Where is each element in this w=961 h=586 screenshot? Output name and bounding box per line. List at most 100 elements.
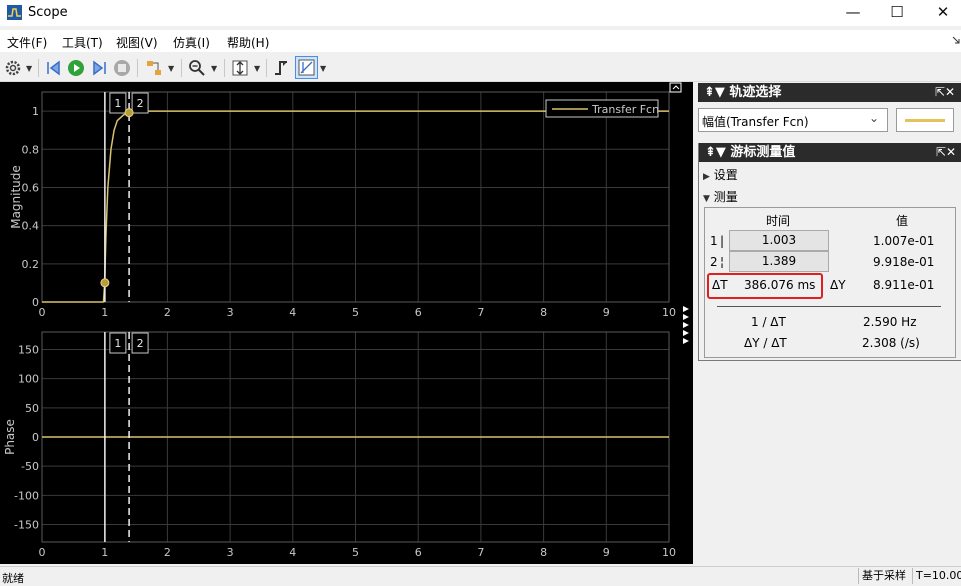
signal-selector-icon[interactable] [144,58,164,78]
sim-time: T=10.000 [912,568,961,584]
x-tick-label: 3 [227,546,234,559]
trace-selection-panel: ⇞▼ 轨迹选择 ⇱✕ 幅值(Transfer Fcn) ⌄ [698,83,961,132]
step-forward-icon[interactable] [89,58,109,78]
toolbar-separator [224,59,225,77]
cursor-1-tag-label: 1 [114,337,121,350]
window-title: Scope [28,5,68,20]
measurements-box: 时间 值 1 | 1.003 1.007e-01 2 ¦ 1.389 9.918… [704,207,956,358]
step-back-icon[interactable] [44,58,64,78]
cursor-1-value: 1.007e-01 [873,234,935,248]
status-text: 就绪 [2,572,24,585]
menu-simulation[interactable]: 仿真(I) [173,34,210,51]
panel-pin-icon[interactable]: ⇞▼ [704,85,729,100]
x-tick-label: 6 [415,306,422,319]
x-tick-label: 1 [101,546,108,559]
x-tick-label: 10 [662,306,676,319]
zoom-dropdown-icon[interactable]: ▼ [211,64,217,73]
cursor-1-marker[interactable] [100,278,110,288]
triggers-icon[interactable] [272,58,292,78]
cursor-1-time-field[interactable]: 1.003 [729,230,829,251]
stop-icon[interactable] [112,58,132,78]
x-tick-label: 8 [540,546,547,559]
trace-color-line [905,119,945,122]
x-tick-label: 7 [477,306,484,319]
cursor-2-tag-label: 2 [137,97,144,110]
cursor-measurements-panel: ⇞▼ 游标测量值 ⇱✕ ▶ 设置 ▼ 测量 时间 值 1 | 1.003 1.0… [698,143,961,361]
cursor-2-time-field[interactable]: 1.389 [729,251,829,272]
x-tick-label: 7 [477,546,484,559]
cursor-2-line-icon: ¦ [720,255,725,269]
gear-dropdown-icon[interactable]: ▼ [26,64,32,73]
panel-undock-close-icon[interactable]: ⇱✕ [935,83,955,102]
magnitude-grid [41,92,670,303]
magnitude-ylabel: Magnitude [9,165,23,229]
x-tick-label: 6 [415,546,422,559]
x-tick-label: 0 [39,306,46,319]
panel-undock-close-icon[interactable]: ⇱✕ [936,143,956,162]
run-icon[interactable] [66,58,86,78]
cursor-measurements-icon[interactable] [295,56,318,79]
sample-mode: 基于采样 [858,568,914,584]
toolbar-separator [181,59,182,77]
legend-label: Transfer Fcn [591,103,659,116]
y-tick-label: 0.8 [22,143,40,156]
inverse-delta-t-label: 1 / ΔT [751,315,786,329]
x-tick-label: 9 [603,546,610,559]
delta-y-value: 8.911e-01 [873,278,935,292]
measurements-label: 测量 [713,190,738,204]
panel-pin-icon[interactable]: ⇞▼ [705,145,730,160]
slope-value: 2.308 (/s) [862,336,920,350]
undock-arrow-icon[interactable] [952,36,960,44]
cursor-2-marker[interactable] [124,108,134,118]
scale-axes-icon[interactable] [230,58,250,78]
expand-down-icon: ▼ [703,194,710,204]
minimize-button[interactable]: — [830,0,876,26]
cursor-1-tag-label: 1 [114,97,121,110]
menu-file[interactable]: 文件(F) [7,34,47,51]
maximize-button[interactable]: ☐ [874,0,920,26]
scale-axes-dropdown-icon[interactable]: ▼ [254,64,260,73]
settings-label: 设置 [713,168,738,182]
y-tick-label: -150 [14,519,39,532]
x-tick-label: 8 [540,306,547,319]
undock-plot-icon[interactable] [669,82,682,93]
trace-line-style-swatch[interactable] [896,108,954,132]
trace-select-dropdown[interactable]: 幅值(Transfer Fcn) ⌄ [698,108,888,132]
measurements-section-toggle[interactable]: ▼ 测量 [703,188,738,205]
zoom-icon[interactable] [187,58,207,78]
inverse-delta-t-value: 2.590 Hz [863,315,917,329]
settings-section-toggle[interactable]: ▶ 设置 [703,166,738,183]
chevron-down-icon: ⌄ [869,111,880,125]
trace-selection-header: ⇞▼ 轨迹选择 ⇱✕ [698,83,961,102]
cursor-measurements-header: ⇞▼ 游标测量值 ⇱✕ [699,143,961,162]
x-tick-label: 5 [352,306,359,319]
panel-collapse-arrows[interactable] [683,306,689,344]
delta-t-value: 386.076 ms [744,278,816,292]
time-column-header: 时间 [766,214,791,228]
x-tick-label: 4 [289,546,296,559]
value-column-header: 值 [896,214,909,228]
y-tick-label: 0.6 [22,181,40,194]
toolbar-separator [38,59,39,77]
legend[interactable]: Transfer Fcn [545,99,659,118]
toolbar: ▼ ▼ ▼ ▼ ▼ [0,55,961,82]
x-tick-label: 2 [164,306,171,319]
cursor-measurements-title: 游标测量值 [730,145,796,160]
cursor-1-line-icon: | [720,234,725,248]
y-tick-label: 0 [32,431,39,444]
title-bar: Scope — ☐ ✕ [0,0,961,26]
signal-selector-dropdown-icon[interactable]: ▼ [168,64,174,73]
y-tick-label: 1 [32,105,39,118]
phase-tick-labels: 0 1 2 3 4 5 6 7 8 9 10 -150 -100 -50 0 50 100 150 [14,344,676,560]
menu-tools[interactable]: 工具(T) [62,34,103,51]
menu-help[interactable]: 帮助(H) [227,34,269,51]
close-button[interactable]: ✕ [920,0,961,26]
toolbar-separator [266,59,267,77]
delta-y-label: ΔY [830,278,846,292]
gear-icon[interactable] [3,58,23,78]
menu-bar: 文件(F) 工具(T) 视图(V) 仿真(I) 帮助(H) [0,30,961,52]
x-tick-label: 5 [352,546,359,559]
menu-view[interactable]: 视图(V) [116,34,158,51]
y-tick-label: 0.4 [22,220,40,233]
cursor-measurements-dropdown-icon[interactable]: ▼ [320,64,326,73]
